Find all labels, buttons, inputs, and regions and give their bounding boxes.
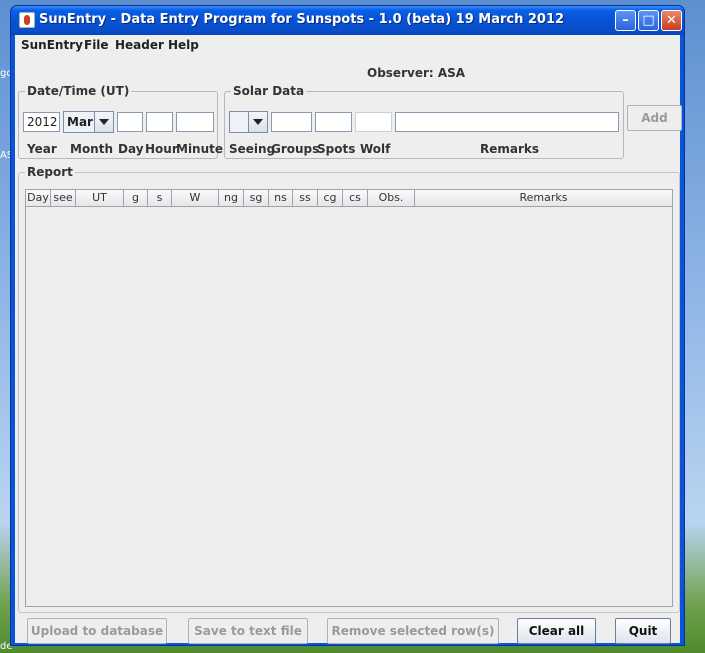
menu-header[interactable]: Header <box>115 38 164 52</box>
remarks-field[interactable] <box>395 112 619 132</box>
solar-data-group: Solar Data Seeing Groups Spots Wolf Rema… <box>224 84 624 159</box>
seeing-label: Seeing <box>229 142 276 156</box>
wolf-field <box>355 112 392 132</box>
close-button[interactable]: ✕ <box>661 10 682 31</box>
report-legend: Report <box>25 165 75 179</box>
window-client-area: SunEntry File Header Help Observer: ASA … <box>15 35 682 644</box>
observer-label: Observer: ASA <box>367 66 466 80</box>
title-bar[interactable]: SunEntry - Data Entry Program for Sunspo… <box>11 6 684 35</box>
menu-file[interactable]: File <box>84 38 109 52</box>
chevron-down-icon[interactable] <box>94 112 113 132</box>
column-header[interactable]: Obs. <box>368 190 415 206</box>
column-header[interactable]: Remarks <box>415 190 672 206</box>
year-label: Year <box>27 142 57 156</box>
minute-label: Minute <box>176 142 224 156</box>
remove-selected-rows-button[interactable]: Remove selected row(s) <box>327 618 499 644</box>
seeing-dropdown[interactable] <box>229 111 268 133</box>
add-button[interactable]: Add <box>627 105 682 131</box>
menu-bar: SunEntry File Header Help <box>15 35 680 55</box>
maximize-button[interactable]: □ <box>638 10 659 31</box>
groups-label: Groups <box>271 142 320 156</box>
column-header[interactable]: see <box>51 190 76 206</box>
column-header[interactable]: cg <box>318 190 343 206</box>
month-selected-value: Mar <box>67 115 93 129</box>
column-header[interactable]: UT <box>76 190 124 206</box>
column-header[interactable]: sg <box>244 190 269 206</box>
column-header[interactable]: ss <box>293 190 318 206</box>
column-header[interactable]: g <box>124 190 148 206</box>
window-title: SunEntry - Data Entry Program for Sunspo… <box>39 12 565 27</box>
hour-label: Hour <box>145 142 178 156</box>
chevron-down-icon[interactable] <box>248 112 267 132</box>
save-to-text-file-button[interactable]: Save to text file <box>188 618 308 644</box>
hour-field[interactable] <box>146 112 173 132</box>
column-header[interactable]: W <box>172 190 219 206</box>
datetime-group: Date/Time (UT) 2012 Mar Year Month Day H… <box>18 84 223 159</box>
datetime-legend: Date/Time (UT) <box>25 84 132 98</box>
day-field[interactable] <box>117 112 143 132</box>
java-app-icon[interactable] <box>19 12 35 28</box>
upload-to-database-button[interactable]: Upload to database <box>27 618 167 644</box>
menu-help[interactable]: Help <box>168 38 199 52</box>
app-window: SunEntry - Data Entry Program for Sunspo… <box>10 5 685 646</box>
month-dropdown[interactable]: Mar <box>63 111 114 133</box>
month-label: Month <box>70 142 114 156</box>
column-header[interactable]: ns <box>269 190 293 206</box>
day-label: Day <box>118 142 144 156</box>
column-header[interactable]: ng <box>219 190 244 206</box>
wolf-label: Wolf <box>360 142 391 156</box>
column-header[interactable]: Day <box>26 190 51 206</box>
report-table-header: Day see UT g s W ng sg ns ss cg cs Obs. … <box>26 190 672 207</box>
minute-field[interactable] <box>176 112 214 132</box>
column-header[interactable]: cs <box>343 190 368 206</box>
clear-all-button[interactable]: Clear all <box>517 618 596 644</box>
year-field[interactable]: 2012 <box>23 112 60 132</box>
minimize-button[interactable]: – <box>615 10 636 31</box>
spots-field[interactable] <box>315 112 352 132</box>
menu-sunentry[interactable]: SunEntry <box>21 38 83 52</box>
column-header[interactable]: s <box>148 190 172 206</box>
solar-data-legend: Solar Data <box>231 84 307 98</box>
report-table[interactable]: Day see UT g s W ng sg ns ss cg cs Obs. … <box>25 189 673 607</box>
spots-label: Spots <box>317 142 356 156</box>
quit-button[interactable]: Quit <box>615 618 671 644</box>
groups-field[interactable] <box>271 112 312 132</box>
remarks-label: Remarks <box>480 142 540 156</box>
